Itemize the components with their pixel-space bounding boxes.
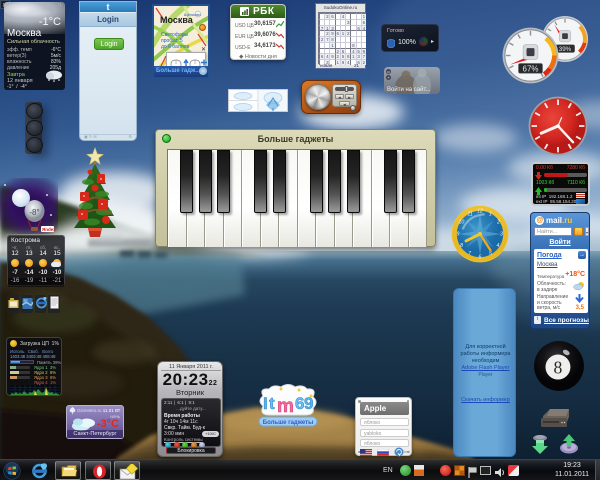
svg-text:11: 11 [467, 211, 473, 217]
svg-text:8: 8 [460, 243, 463, 249]
svg-text:t: t [269, 394, 275, 413]
svg-text:5: 5 [489, 251, 492, 257]
svg-text:2: 2 [496, 220, 500, 226]
svg-text:8: 8 [554, 357, 563, 377]
svg-text:6: 6 [479, 254, 482, 260]
svg-text:Больше гаджеты: Больше гаджеты [263, 420, 313, 426]
svg-text:12: 12 [477, 209, 483, 215]
svg-text:9: 9 [457, 232, 460, 238]
svg-text:39%: 39% [559, 46, 572, 53]
svg-text:-8°: -8° [29, 208, 39, 217]
svg-text:m: m [277, 396, 294, 417]
svg-text:3: 3 [500, 232, 503, 238]
svg-text:10: 10 [459, 220, 465, 226]
svg-text:4: 4 [497, 243, 500, 249]
svg-text:67%: 67% [523, 64, 539, 73]
svg-text:1: 1 [489, 211, 492, 217]
svg-text:I: I [263, 394, 268, 413]
